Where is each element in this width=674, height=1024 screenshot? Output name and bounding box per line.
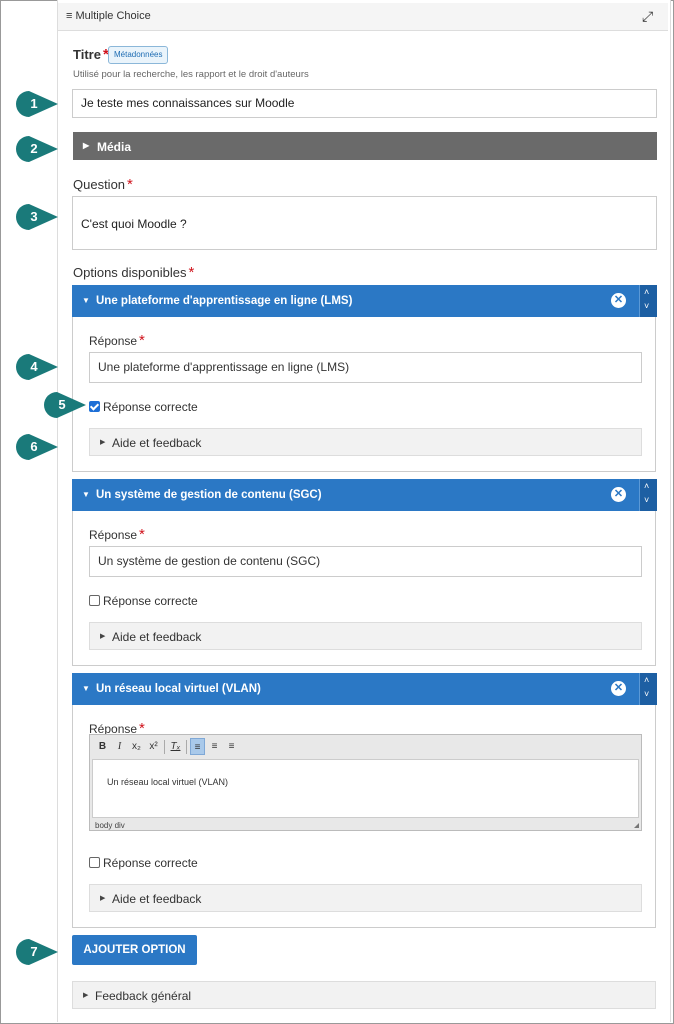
option-panel-2: ▼ Un système de gestion de contenu (SGC)… [72, 479, 657, 666]
callout-1: 1 [14, 89, 60, 119]
toolbar-separator [164, 740, 165, 754]
option-panel-1: ▼ Une plateforme d'apprentissage en lign… [72, 285, 657, 472]
chevron-up-icon[interactable]: ˄ [644, 287, 649, 297]
question-input[interactable]: C'est quoi Moodle ? [72, 196, 657, 250]
callout-2: 2 [14, 134, 60, 164]
remove-format-button[interactable]: Tₓ [168, 738, 183, 755]
caret-down-icon: ▼ [82, 490, 90, 499]
caret-right-icon: ▶ [100, 439, 106, 446]
correct-checkbox[interactable]: Réponse correcte [89, 856, 198, 870]
callout-5: 5 [42, 390, 88, 420]
metadata-badge[interactable]: Métadonnées [108, 46, 169, 64]
subscript-button[interactable]: x₂ [129, 738, 144, 755]
reponse-input[interactable]: Une plateforme d'apprentissage en ligne … [89, 352, 642, 383]
rich-text-editor: B I x₂ x² Tₓ ≡ ≡ ≡ Un réseau local virtu… [89, 734, 642, 831]
list-icon: ≡ [66, 10, 73, 22]
titre-input[interactable]: Je teste mes connaissances sur Moodle [72, 89, 657, 118]
correct-checkbox[interactable]: Réponse correcte [89, 400, 198, 414]
required-marker: * [139, 332, 145, 349]
expand-icon[interactable]: ⤢ [642, 8, 658, 24]
editor-content-area[interactable]: Un réseau local virtuel (VLAN) [92, 759, 639, 818]
caret-down-icon: ▼ [82, 684, 90, 693]
resize-handle-icon[interactable] [634, 823, 639, 828]
reponse-input[interactable]: Un système de gestion de contenu (SGC) [89, 546, 642, 577]
option-header[interactable]: ▼ Un système de gestion de contenu (SGC)… [72, 479, 657, 511]
required-marker: * [188, 264, 195, 281]
callout-7: 7 [14, 937, 60, 967]
reponse-label: Réponse * [89, 526, 145, 543]
close-icon[interactable]: ✕ [611, 681, 626, 696]
feedback-general-toggle[interactable]: ▶ Feedback général [72, 981, 656, 1009]
reponse-label: Réponse * [89, 332, 145, 349]
option-header[interactable]: ▼ Une plateforme d'apprentissage en lign… [72, 285, 657, 317]
align-center-icon[interactable]: ≡ [207, 738, 222, 755]
chevron-down-icon[interactable]: ˅ [644, 495, 649, 505]
chevron-down-icon[interactable]: ˅ [644, 301, 649, 311]
bold-button[interactable]: B [95, 738, 110, 755]
superscript-button[interactable]: x² [146, 738, 161, 755]
aide-feedback-toggle[interactable]: ▶ Aide et feedback [89, 884, 642, 912]
add-option-button[interactable]: AJOUTER OPTION [72, 935, 197, 965]
media-section-toggle[interactable]: ▶ Média [73, 132, 657, 160]
checkbox-unchecked-icon[interactable] [89, 595, 100, 606]
align-right-icon[interactable]: ≡ [224, 738, 239, 755]
checkbox-unchecked-icon[interactable] [89, 857, 100, 868]
align-left-icon[interactable]: ≡ [190, 738, 205, 755]
close-icon[interactable]: ✕ [611, 293, 626, 308]
aide-feedback-toggle[interactable]: ▶ Aide et feedback [89, 622, 642, 650]
callout-3: 3 [14, 202, 60, 232]
required-marker: * [139, 526, 145, 543]
aide-feedback-toggle[interactable]: ▶ Aide et feedback [89, 428, 642, 456]
move-handle[interactable]: ˄ ˅ [639, 479, 657, 511]
callout-4: 4 [14, 352, 60, 382]
caret-right-icon: ▶ [83, 141, 90, 150]
caret-right-icon: ▶ [100, 895, 106, 902]
correct-checkbox[interactable]: Réponse correcte [89, 594, 198, 608]
chevron-up-icon[interactable]: ˄ [644, 481, 649, 491]
options-label: Options disponibles * [73, 264, 195, 281]
titre-hint: Utilisé pour la recherche, les rapport e… [73, 69, 309, 80]
caret-right-icon: ▶ [83, 992, 89, 999]
required-marker: * [127, 176, 133, 193]
chevron-down-icon[interactable]: ˅ [644, 689, 649, 699]
close-icon[interactable]: ✕ [611, 487, 626, 502]
caret-right-icon: ▶ [100, 633, 106, 640]
move-handle[interactable]: ˄ ˅ [639, 673, 657, 705]
editor-path-bar: body div [95, 821, 125, 830]
toolbar-separator [186, 740, 187, 754]
panel-header: ≡ Multiple Choice ⤢ [58, 3, 668, 31]
caret-down-icon: ▼ [82, 296, 90, 305]
panel-title: ≡ Multiple Choice [66, 10, 151, 22]
titre-label: Titre * [73, 46, 109, 63]
chevron-up-icon[interactable]: ˄ [644, 675, 649, 685]
question-label: Question * [73, 176, 133, 193]
italic-button[interactable]: I [112, 738, 127, 755]
option-panel-3: ▼ Un réseau local virtuel (VLAN) ✕ ˄ ˅ R… [72, 673, 657, 928]
checkbox-checked-icon[interactable] [89, 401, 100, 412]
move-handle[interactable]: ˄ ˅ [639, 285, 657, 317]
callout-6: 6 [14, 432, 60, 462]
option-header[interactable]: ▼ Un réseau local virtuel (VLAN) ✕ ˄ ˅ [72, 673, 657, 705]
